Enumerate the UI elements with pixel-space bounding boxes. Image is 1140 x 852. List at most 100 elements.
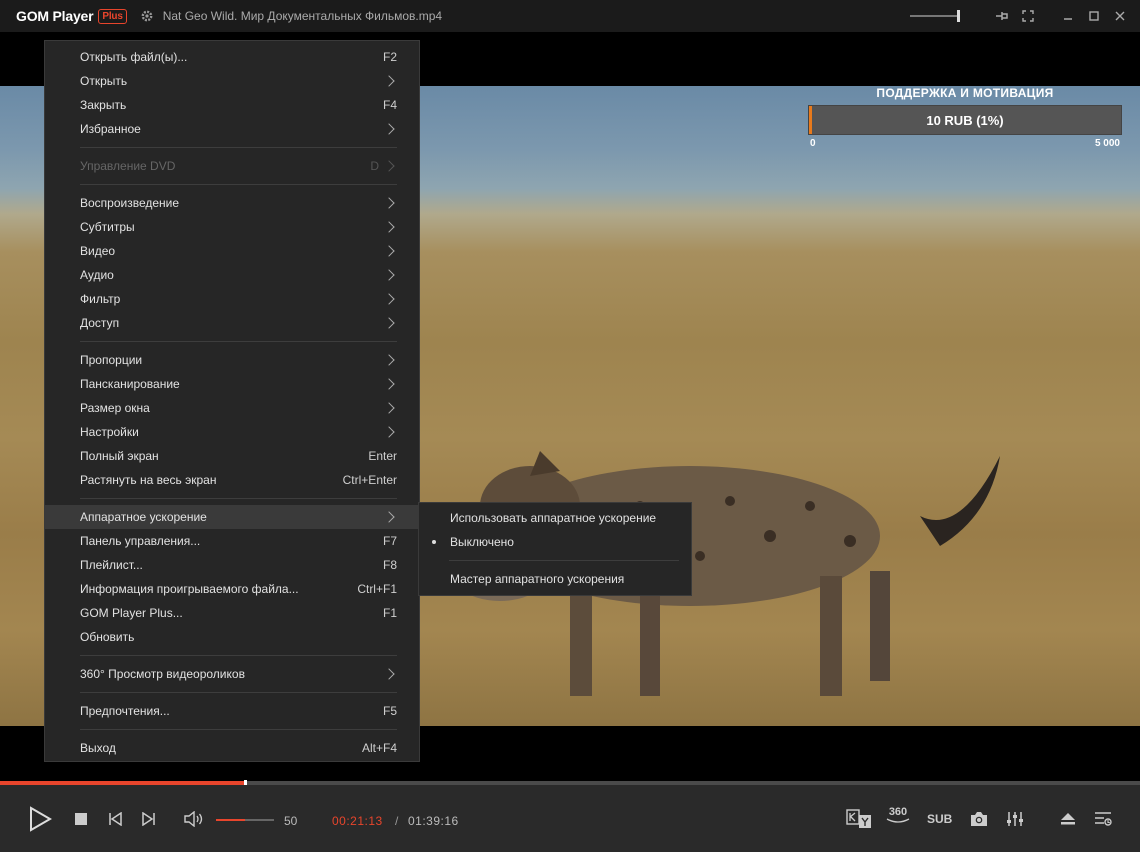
camera-icon — [971, 812, 987, 826]
menu-item[interactable]: Избранное — [45, 117, 419, 141]
menu-separator — [80, 341, 397, 342]
menu-item-label: Пансканирование — [80, 377, 180, 391]
equalizer-icon — [1007, 812, 1023, 826]
pin-icon[interactable] — [994, 8, 1010, 24]
menu-item[interactable]: Растянуть на весь экран Ctrl+Enter — [45, 468, 419, 492]
menu-item[interactable]: Доступ — [45, 311, 419, 335]
menu-item-label: Настройки — [80, 425, 139, 439]
submenu-item[interactable]: Выключено — [419, 530, 691, 554]
menu-item-label: Растянуть на весь экран — [80, 473, 217, 487]
menu-item[interactable]: 360° Просмотр видеороликов — [45, 662, 419, 686]
menu-item[interactable]: Пансканирование — [45, 372, 419, 396]
menu-item[interactable]: Видео — [45, 239, 419, 263]
menu-item-label: Обновить — [80, 630, 135, 644]
subtitle-button[interactable]: SUB — [927, 807, 952, 831]
menu-item-label: Доступ — [80, 316, 120, 330]
menu-item[interactable]: Информация проигрываемого файла... Ctrl+F… — [45, 577, 419, 601]
menu-item[interactable]: Настройки — [45, 420, 419, 444]
app-logo[interactable]: GOM Player Plus — [16, 8, 127, 24]
submenu-item-label: Использовать аппаратное ускорение — [450, 511, 657, 525]
menu-item[interactable]: Воспроизведение — [45, 191, 419, 215]
menu-item-label: Предпочтения... — [80, 704, 170, 718]
chevron-right-icon — [383, 354, 395, 366]
donation-progress-bar: 10 RUB (1%) — [808, 105, 1122, 135]
maximize-icon[interactable] — [1086, 8, 1102, 24]
title-bar: GOM Player Plus Nat Geo Wild. Мир Докуме… — [0, 0, 1140, 32]
donation-amount: 10 RUB (1%) — [926, 112, 1004, 128]
volume-slider[interactable] — [216, 819, 274, 821]
menu-item[interactable]: Аудио — [45, 263, 419, 287]
submenu-item[interactable]: Мастер аппаратного ускорения — [419, 567, 691, 591]
stop-button[interactable] — [74, 807, 88, 831]
playlist-button[interactable] — [1094, 807, 1112, 831]
menu-separator — [80, 147, 397, 148]
previous-icon — [109, 812, 122, 826]
menu-item[interactable]: Аппаратное ускорение — [45, 505, 419, 529]
360-view-button[interactable]: 360 — [886, 803, 910, 827]
play-button[interactable] — [28, 805, 52, 833]
chevron-right-icon — [383, 426, 395, 438]
menu-item[interactable]: Обновить — [45, 625, 419, 649]
previous-button[interactable] — [108, 807, 122, 831]
menu-item-label: GOM Player Plus... — [80, 606, 183, 620]
app-name: GOM Player — [16, 8, 94, 24]
speaker-icon — [184, 811, 203, 827]
menu-item[interactable]: Размер окна — [45, 396, 419, 420]
chevron-right-icon — [383, 378, 395, 390]
chevron-right-icon — [383, 245, 395, 257]
menu-item-label: Выход — [80, 741, 116, 755]
menu-item[interactable]: Панель управления... F7 — [45, 529, 419, 553]
menu-item-shortcut: F8 — [382, 558, 397, 572]
minimize-icon[interactable] — [1060, 8, 1076, 24]
next-button[interactable] — [142, 807, 156, 831]
menu-item-shortcut: F4 — [382, 98, 397, 112]
menu-item[interactable]: Закрыть F4 — [45, 93, 419, 117]
menu-item[interactable]: GOM Player Plus... F1 — [45, 601, 419, 625]
menu-item-shortcut: Enter — [368, 449, 397, 463]
eject-button[interactable] — [1060, 807, 1076, 831]
menu-item: Управление DVD D — [45, 154, 419, 178]
menu-item[interactable]: Плейлист... F8 — [45, 553, 419, 577]
time-current: 00:21:13 — [332, 814, 383, 828]
chevron-right-icon — [383, 402, 395, 414]
keyboard-shortcut-button[interactable] — [846, 807, 872, 831]
screenshot-button[interactable] — [970, 807, 988, 831]
menu-item-label: Открыть — [80, 74, 128, 88]
mute-button[interactable] — [184, 807, 204, 831]
chevron-right-icon — [383, 668, 395, 680]
menu-separator — [80, 498, 397, 499]
menu-item-label: Панель управления... — [80, 534, 201, 548]
menu-item-label: Субтитры — [80, 220, 135, 234]
gear-icon[interactable] — [139, 8, 155, 24]
equalizer-button[interactable] — [1006, 807, 1024, 831]
menu-item-label: Избранное — [80, 122, 141, 136]
submenu-separator — [449, 560, 679, 561]
radio-dot-icon — [432, 540, 436, 544]
chevron-right-icon — [383, 511, 395, 523]
menu-item-label: Фильтр — [80, 292, 121, 306]
file-title: Nat Geo Wild. Мир Документальных Фильмов… — [162, 9, 443, 23]
chevron-right-icon — [383, 123, 395, 135]
menu-item[interactable]: Субтитры — [45, 215, 419, 239]
menu-item[interactable]: Фильтр — [45, 287, 419, 311]
menu-item-label: 360° Просмотр видеороликов — [80, 667, 245, 681]
control-bar: 50 00:21:13 / 01:39:16 360 SUB — [0, 785, 1140, 852]
chevron-right-icon — [383, 75, 395, 87]
menu-item-label: Аудио — [80, 268, 114, 282]
menu-item[interactable]: Открыть файл(ы)... F2 — [45, 45, 419, 69]
menu-item[interactable]: Открыть — [45, 69, 419, 93]
fullscreen-icon[interactable] — [1020, 8, 1036, 24]
menu-item-label: Аппаратное ускорение — [80, 510, 207, 524]
menu-item-label: Закрыть — [80, 98, 127, 112]
menu-item[interactable]: Пропорции — [45, 348, 419, 372]
menu-item-label: Полный экран — [80, 449, 159, 463]
menu-item-shortcut: Ctrl+Enter — [342, 473, 397, 487]
menu-item[interactable]: Выход Alt+F4 — [45, 736, 419, 760]
opacity-slider[interactable] — [910, 10, 960, 22]
menu-item[interactable]: Предпочтения... F5 — [45, 699, 419, 723]
donation-title: ПОДДЕРЖКА И МОТИВАЦИЯ — [876, 86, 1054, 100]
next-icon — [142, 812, 155, 826]
close-icon[interactable] — [1112, 8, 1128, 24]
submenu-item[interactable]: Использовать аппаратное ускорение — [419, 506, 691, 530]
menu-item[interactable]: Полный экран Enter — [45, 444, 419, 468]
